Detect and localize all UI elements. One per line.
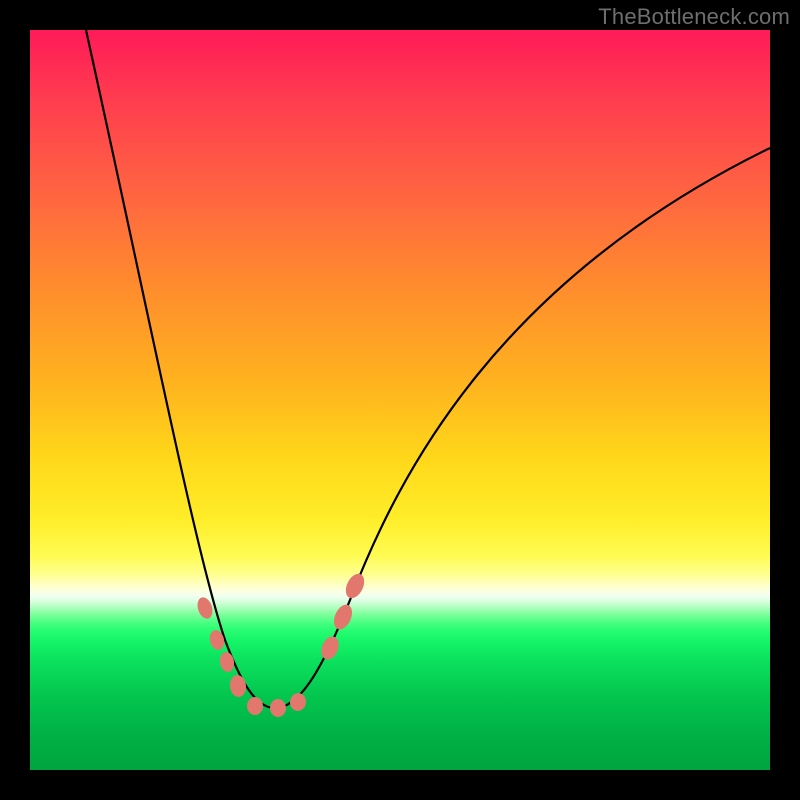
plot-area bbox=[30, 30, 770, 770]
curve-svg bbox=[30, 30, 770, 770]
marker-group bbox=[195, 571, 368, 717]
watermark-text: TheBottleneck.com bbox=[598, 4, 790, 30]
marker-dot bbox=[218, 651, 235, 673]
bottleneck-curve bbox=[86, 30, 770, 708]
marker-dot bbox=[247, 697, 263, 715]
marker-dot bbox=[330, 602, 355, 632]
marker-dot bbox=[229, 674, 247, 698]
marker-dot bbox=[318, 634, 342, 662]
marker-dot bbox=[289, 692, 307, 712]
chart-frame: TheBottleneck.com bbox=[0, 0, 800, 800]
marker-dot bbox=[270, 699, 286, 717]
marker-dot bbox=[342, 571, 368, 601]
